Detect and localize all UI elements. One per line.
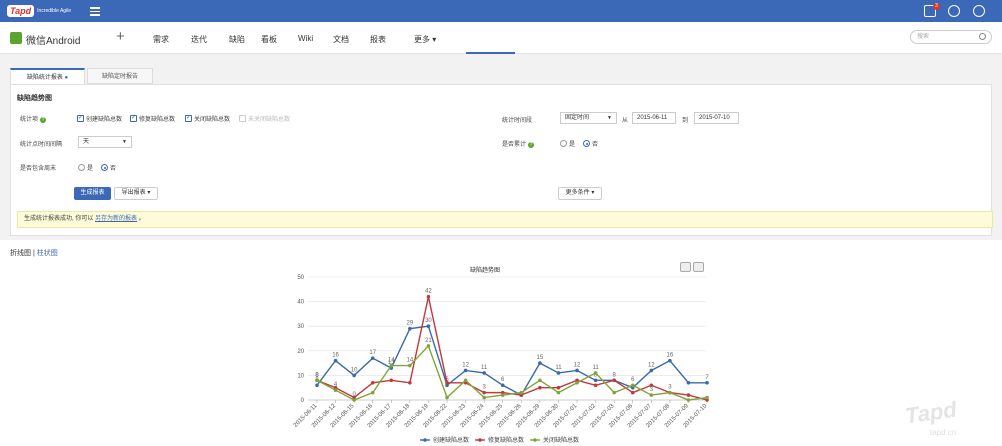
data-point (556, 385, 561, 390)
data-label: 3 (482, 385, 486, 391)
data-point (445, 380, 449, 385)
data-label: 12 (574, 362, 581, 368)
data-point (463, 378, 468, 383)
legend-label: 创建缺陷总数 (433, 436, 469, 444)
data-label: 21 (425, 338, 432, 344)
data-label: 6 (501, 377, 505, 383)
data-point (482, 371, 486, 375)
data-label: 17 (369, 350, 376, 356)
data-label: 29 (407, 321, 414, 327)
data-point (500, 393, 505, 397)
data-label: 11 (592, 365, 599, 371)
data-label: 14 (407, 358, 414, 364)
y-tick-label: 0 (301, 398, 305, 404)
data-point (556, 390, 561, 395)
data-point (389, 378, 394, 383)
data-point (352, 373, 356, 378)
data-point (668, 390, 672, 395)
data-point (538, 378, 542, 383)
legend-marker (533, 438, 537, 442)
data-point (538, 361, 542, 365)
data-point (389, 363, 394, 368)
data-label: 30 (425, 318, 432, 324)
legend-label: 关闭缺陷总数 (543, 436, 579, 444)
data-point (333, 388, 338, 392)
data-point (575, 368, 579, 373)
data-label: 11 (481, 365, 488, 371)
data-label: 7 (705, 375, 709, 381)
data-label: 3 (650, 387, 654, 393)
data-point (426, 324, 431, 329)
data-point (668, 358, 672, 363)
data-point (612, 378, 616, 383)
data-point (575, 380, 579, 385)
data-label: 11 (555, 365, 562, 371)
data-label: 14 (388, 358, 395, 364)
data-point (519, 390, 524, 395)
data-point (593, 378, 598, 383)
data-point (315, 383, 319, 388)
data-point (370, 380, 375, 385)
data-point (705, 380, 709, 385)
data-point (352, 398, 356, 402)
watermark-domain: tapd.cn (930, 428, 957, 437)
data-label: 3 (668, 385, 672, 391)
data-point (612, 390, 616, 395)
data-point (408, 380, 412, 385)
y-tick-label: 10 (297, 373, 304, 379)
data-point (370, 356, 375, 360)
y-tick-label: 30 (297, 324, 304, 330)
data-point (426, 344, 431, 348)
data-label: 10 (351, 367, 358, 373)
data-point (463, 368, 468, 373)
data-point (500, 383, 505, 388)
data-point (370, 390, 375, 395)
data-point (686, 380, 691, 385)
legend-marker (478, 438, 482, 442)
data-label: 16 (667, 353, 674, 359)
data-point (333, 358, 338, 363)
data-point (556, 371, 561, 375)
data-point (426, 294, 431, 299)
data-label: 42 (425, 289, 432, 295)
y-tick-label: 20 (297, 349, 304, 355)
data-point (482, 395, 486, 400)
data-point (408, 326, 412, 331)
data-point (649, 368, 654, 373)
series-line-0 (316, 325, 708, 397)
data-point (445, 395, 449, 400)
data-label: 16 (332, 353, 339, 359)
data-point (649, 393, 654, 397)
data-label: 15 (537, 355, 544, 361)
data-point (593, 383, 598, 388)
data-point (630, 390, 635, 395)
data-point (538, 385, 542, 390)
y-tick-label: 50 (297, 275, 304, 281)
data-label: 6 (631, 377, 635, 383)
series-line-1 (316, 296, 708, 401)
data-point (408, 363, 412, 368)
bug-trend-chart: 010203040502015-06-112015-06-122015-06-1… (293, 275, 710, 444)
data-point (482, 390, 486, 395)
data-label: 12 (648, 362, 655, 368)
data-label: 12 (462, 362, 469, 368)
data-point (315, 378, 319, 383)
data-point (686, 398, 691, 402)
legend-label: 修复缺陷总数 (488, 436, 524, 444)
data-point (593, 371, 598, 375)
data-point (705, 395, 709, 400)
data-point (686, 393, 691, 397)
y-tick-label: 40 (297, 300, 304, 306)
data-point (630, 383, 635, 388)
legend-marker (423, 438, 427, 442)
